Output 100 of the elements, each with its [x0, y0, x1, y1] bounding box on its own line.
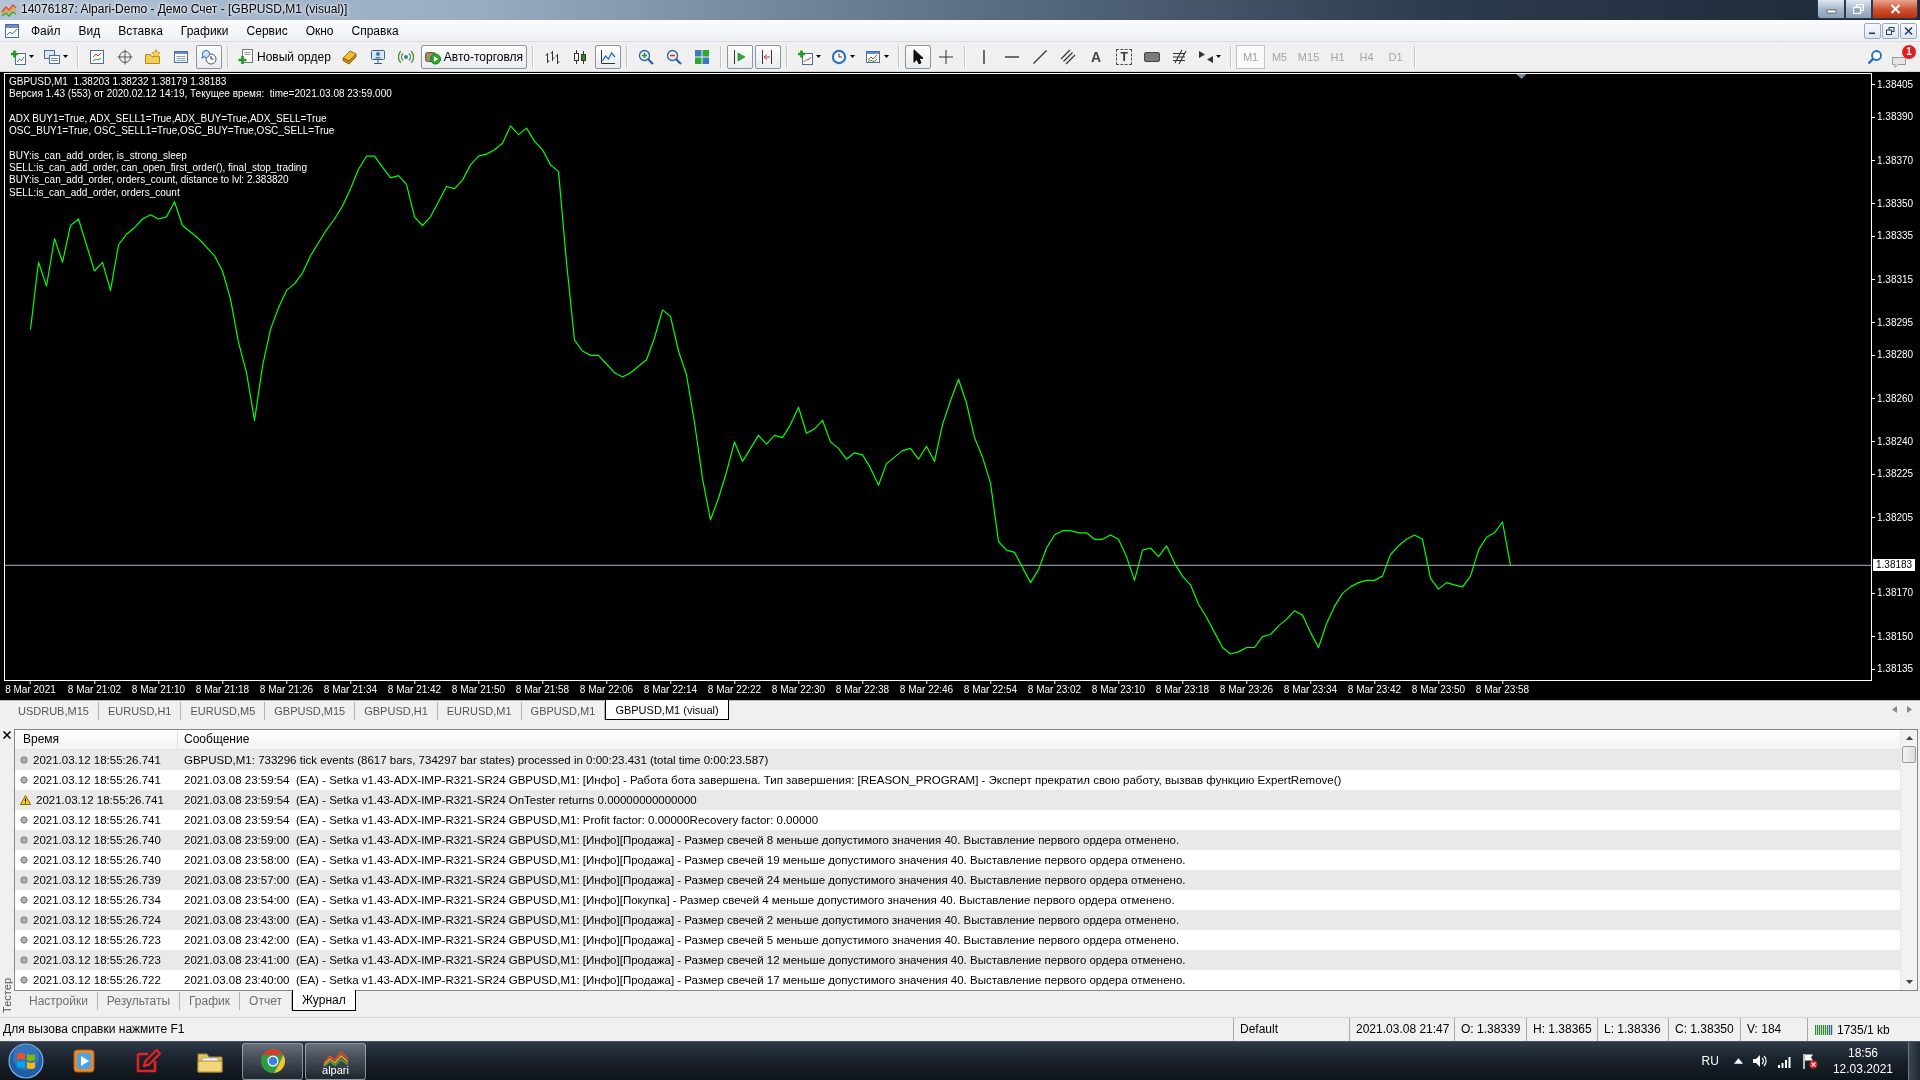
current-price-label: 1.38183: [1873, 559, 1916, 572]
caret-up-icon[interactable]: [1733, 1058, 1743, 1064]
bullet-icon: [20, 956, 28, 964]
taskbar-button[interactable]: alpari: [305, 1042, 366, 1080]
show-desktop-button[interactable]: [1908, 1041, 1920, 1080]
parallel-lines-icon: [1060, 48, 1077, 65]
log-row[interactable]: 2021.03.12 18:55:26.740 2021.03.08 23:59:00 (EA) - Setka v1.43-ADX-IMP-R321-SR24 GBPUSD,M1: [Инфо][Продажа] - Размер свечей 8 меньше допустимого значения 40. Выставление первого ордера отменено.: [15, 830, 1900, 850]
column-header[interactable]: Сообщение: [178, 730, 1900, 749]
clock[interactable]: 18:56 12.03.2021: [1826, 1045, 1899, 1077]
price-axis-label: 1.38205: [1872, 511, 1914, 524]
language-indicator[interactable]: RU: [1701, 1054, 1719, 1068]
person-screen-icon: [369, 48, 386, 65]
tester-tab[interactable]: Результаты: [97, 992, 181, 1010]
tester-tab[interactable]: График: [180, 992, 241, 1010]
tester-tab[interactable]: Настройки: [20, 992, 98, 1010]
text-label-tool-button[interactable]: T: [1116, 48, 1133, 65]
speaker-icon[interactable]: [1751, 1053, 1768, 1069]
magnifier-clock-icon: [201, 48, 217, 65]
log-message: 2021.03.08 23:59:54 (EA) - Setka v1.43-ADX-IMP-R321-SR24 GBPUSD,M1: [Инфо] - Работа бота завершена. Тип завершения: [REASON_PROGRAM] - Эксперт прекратил свою работу, вызвав функцию ExpertRemove(): [183, 774, 1343, 786]
price-list-icon: [89, 48, 105, 65]
log-row[interactable]: 2021.03.12 18:55:26.741 GBPUSD,M1: 733296 tick events (8617 bars, 734297 bar states) processed in 0:00:23.431 (total time 0:00:23.587): [15, 750, 1900, 770]
start-orb-icon[interactable]: [6, 1042, 46, 1080]
chart-tab[interactable]: EURUSD,H1: [98, 702, 182, 720]
log-time: 2021.03.12 18:55:26.740: [33, 854, 161, 866]
notifications-button[interactable]: 1: [1892, 44, 1916, 69]
ingot-icon: [341, 48, 358, 65]
log-row[interactable]: 2021.03.12 18:55:26.724 2021.03.08 23:43:00 (EA) - Setka v1.43-ADX-IMP-R321-SR24 GBPUSD,M1: [Инфо][Продажа] - Размер свечей 2 меньше допустимого значения 40. Выставление первого ордера отменено.: [15, 910, 1900, 930]
menu-item[interactable]: Графики: [171, 20, 238, 41]
close-button[interactable]: [1900, 22, 1917, 39]
chart-comment-line: SELL:is_can_add_order, orders_count: [9, 186, 180, 200]
toolbar-button[interactable]: [595, 44, 622, 69]
chart-tab[interactable]: EURUSD,M5: [181, 702, 266, 720]
cursor-icon: [912, 48, 924, 65]
chart-tab[interactable]: GBPUSD,H1: [355, 702, 438, 720]
menu-item[interactable]: Файл: [22, 20, 70, 41]
bullet-icon: [20, 856, 28, 864]
scroll-right-icon[interactable]: [1907, 706, 1912, 713]
bullet-icon: [20, 896, 28, 904]
caret-icon: [63, 55, 68, 58]
close-button[interactable]: [1872, 0, 1918, 19]
stacked-waves-icon: [1, 3, 17, 17]
horizontal-line-icon: [1005, 55, 1020, 58]
log-time: 2021.03.12 18:55:26.741: [36, 794, 164, 806]
time-axis-label: 8 Mar 21:18: [195, 681, 250, 696]
log-row[interactable]: 2021.03.12 18:55:26.741 2021.03.08 23:59:54 (EA) - Setka v1.43-ADX-IMP-R321-SR24 OnTester returns 0.00000000000000: [15, 790, 1900, 810]
caret-icon: [884, 55, 890, 58]
minimize-button[interactable]: [1817, 0, 1845, 19]
menu-item[interactable]: Сервис: [237, 20, 297, 41]
toolbar-button[interactable]: [905, 44, 932, 69]
time-axis-label: 8 Mar 23:18: [1155, 681, 1210, 696]
log-message: 2021.03.08 23:57:00 (EA) - Setka v1.43-ADX-IMP-R321-SR24 GBPUSD,M1: [Инфо][Продажа] - Размер свечей 24 меньше допустимого значения 40. Выставление первого ордера отменено.: [183, 874, 1187, 886]
chart-tab[interactable]: EURUSD,M1: [437, 702, 522, 720]
restore-button[interactable]: [1882, 22, 1899, 39]
chart-tab[interactable]: GBPUSD,M1 (visual): [605, 700, 729, 720]
log-message: 2021.03.08 23:43:00 (EA) - Setka v1.43-ADX-IMP-R321-SR24 GBPUSD,M1: [Инфо][Продажа] - Размер свечей 2 меньше допустимого значения 40. Выставление первого ордера отменено.: [183, 914, 1181, 926]
chart-comment-line: SELL:is_can_add_order, can_open_first_order(), final_stop_trading: [9, 162, 307, 175]
log-time: 2021.03.12 18:55:26.724: [33, 914, 161, 926]
log-time: 2021.03.12 18:55:26.723: [33, 934, 161, 946]
restore-button[interactable]: [1845, 0, 1872, 19]
chart-comment-line: ADX BUY1=True, ADX_SELL1=True,ADX_BUY=True,ADX_SELL=True: [9, 112, 327, 126]
menu-item[interactable]: Окно: [296, 20, 343, 41]
hatched-lines-icon: [1172, 48, 1189, 65]
scroll-up-icon[interactable]: [1905, 736, 1913, 740]
menu-item[interactable]: Справка: [342, 20, 408, 41]
time-axis-label: 8 Mar 23:50: [1411, 681, 1466, 696]
time-axis-label: 8 Mar 2021: [5, 681, 56, 696]
chat-bubble-icon: [1892, 56, 1906, 68]
log-row[interactable]: 2021.03.12 18:55:26.739 2021.03.08 23:57:00 (EA) - Setka v1.43-ADX-IMP-R321-SR24 GBPUSD,M1: [Инфо][Продажа] - Размер свечей 24 меньше допустимого значения 40. Выставление первого ордера отменено.: [15, 870, 1900, 890]
time-axis-label: 8 Mar 22:14: [643, 681, 698, 696]
scroll-down-icon[interactable]: [1905, 980, 1913, 984]
time-axis-label: 8 Mar 23:10: [1091, 681, 1146, 696]
tester-tab[interactable]: Отчет: [240, 992, 292, 1010]
chart-comment-line: BUY:is_can_add_order, is_strong_sleep: [9, 149, 187, 163]
auto-trading-button[interactable]: Авто-торговля: [420, 44, 528, 69]
column-header[interactable]: Время: [15, 730, 178, 749]
time-axis-label: 8 Mar 21:50: [451, 681, 506, 696]
vertical-scrollbar[interactable]: [1900, 730, 1917, 990]
chart-tab[interactable]: GBPUSD,M15: [265, 702, 356, 720]
new-order-button[interactable]: Новый ордер: [234, 44, 335, 69]
tester-tab[interactable]: Журнал: [291, 990, 356, 1011]
log-time: 2021.03.12 18:55:26.741: [33, 754, 161, 766]
menu-item[interactable]: Вставка: [109, 20, 172, 41]
chart-comment-line: BUY:is_can_add_order, orders_count, distance to lvl: 2.383820: [9, 174, 289, 187]
scroll-left-icon[interactable]: [1892, 706, 1897, 713]
log-time: 2021.03.12 18:55:26.740: [33, 834, 161, 846]
time-axis-label: 8 Mar 21:34: [323, 681, 378, 696]
flag-error-icon[interactable]: [1801, 1053, 1818, 1069]
close-icon[interactable]: [3, 731, 11, 739]
chart-tab[interactable]: USDRUB,M15: [9, 702, 99, 720]
log-row[interactable]: 2021.03.12 18:55:26.723 2021.03.08 23:41:00 (EA) - Setka v1.43-ADX-IMP-R321-SR24 GBPUSD,M1: [Инфо][Продажа] - Размер свечей 12 меньше допустимого значения 40. Выставление первого ордера отменено.: [15, 950, 1900, 970]
time-axis-label: 8 Mar 21:26: [259, 681, 314, 696]
scrollbar-thumb[interactable]: [1902, 746, 1916, 763]
text-tool-button[interactable]: A: [1083, 44, 1110, 69]
zoom-in-icon: [638, 48, 655, 65]
toolbar-button[interactable]: [755, 44, 782, 69]
notification-badge: 1: [1902, 44, 1916, 59]
log-time: 2021.03.12 18:55:26.741: [33, 814, 161, 826]
taskbar-button[interactable]: [242, 1042, 303, 1080]
menu-item[interactable]: Вид: [69, 20, 110, 41]
diagonal-line-icon: [1033, 49, 1048, 64]
